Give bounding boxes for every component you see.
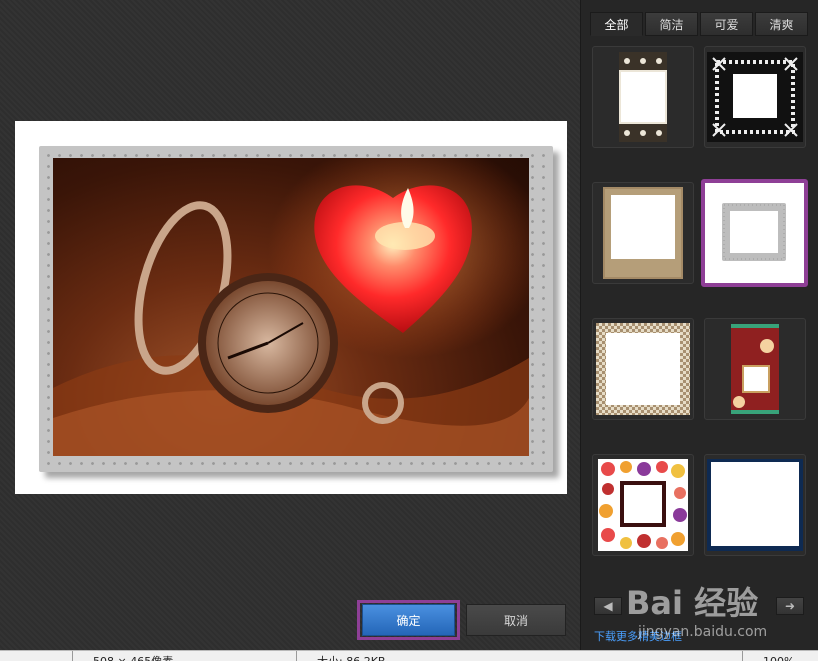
checkered-frame-preview <box>596 323 690 415</box>
tab-all[interactable]: 全部 <box>590 12 643 36</box>
silver-frame-preview <box>721 203 786 261</box>
arrow-right-icon: ➜ <box>784 599 796 613</box>
frame-thumb-vintage[interactable] <box>592 182 694 284</box>
cancel-button[interactable]: 取消 <box>466 604 566 636</box>
frame-thumb-cupcake[interactable] <box>704 318 806 420</box>
frame-thumb-damask[interactable] <box>592 46 694 148</box>
tab-simple[interactable]: 简洁 <box>645 12 698 36</box>
tab-fresh[interactable]: 清爽 <box>755 12 808 36</box>
preview-canvas <box>15 121 567 494</box>
status-bar: 508 × 465像素 大小: 86.2KB 100% <box>0 650 818 661</box>
damask-frame-preview <box>619 52 667 142</box>
file-size: 大小: 86.2KB <box>296 651 385 661</box>
navy-frame-preview <box>707 459 803 551</box>
cupcake-frame-preview <box>731 324 779 414</box>
download-more-frames-link[interactable]: 下载更多精美边框 <box>594 628 682 644</box>
frame-thumb-silver-dotted[interactable] <box>701 179 808 287</box>
zoom-level: 100% <box>742 651 794 661</box>
vintage-frame-preview <box>603 187 683 279</box>
prev-page-button[interactable]: ◀ <box>594 597 622 615</box>
category-tabs: 全部 简洁 可爱 清爽 <box>590 12 808 36</box>
next-page-button[interactable]: ➜ <box>776 597 804 615</box>
preview-photo <box>53 158 529 456</box>
frame-thumb-snowflake[interactable] <box>704 46 806 148</box>
frame-thumb-candy[interactable] <box>592 454 694 556</box>
snowflake-frame-preview <box>707 52 803 142</box>
frame-thumb-checkered[interactable] <box>592 318 694 420</box>
preview-pane: 确定 取消 <box>0 0 580 650</box>
tab-cute[interactable]: 可爱 <box>700 12 753 36</box>
photo-frame <box>39 146 553 472</box>
photo-image <box>53 158 529 456</box>
candy-frame-preview <box>598 459 688 551</box>
ok-button[interactable]: 确定 <box>362 604 455 636</box>
frame-thumb-navy[interactable] <box>704 454 806 556</box>
image-dimensions: 508 × 465像素 <box>72 651 173 661</box>
arrow-left-icon: ◀ <box>603 599 613 613</box>
